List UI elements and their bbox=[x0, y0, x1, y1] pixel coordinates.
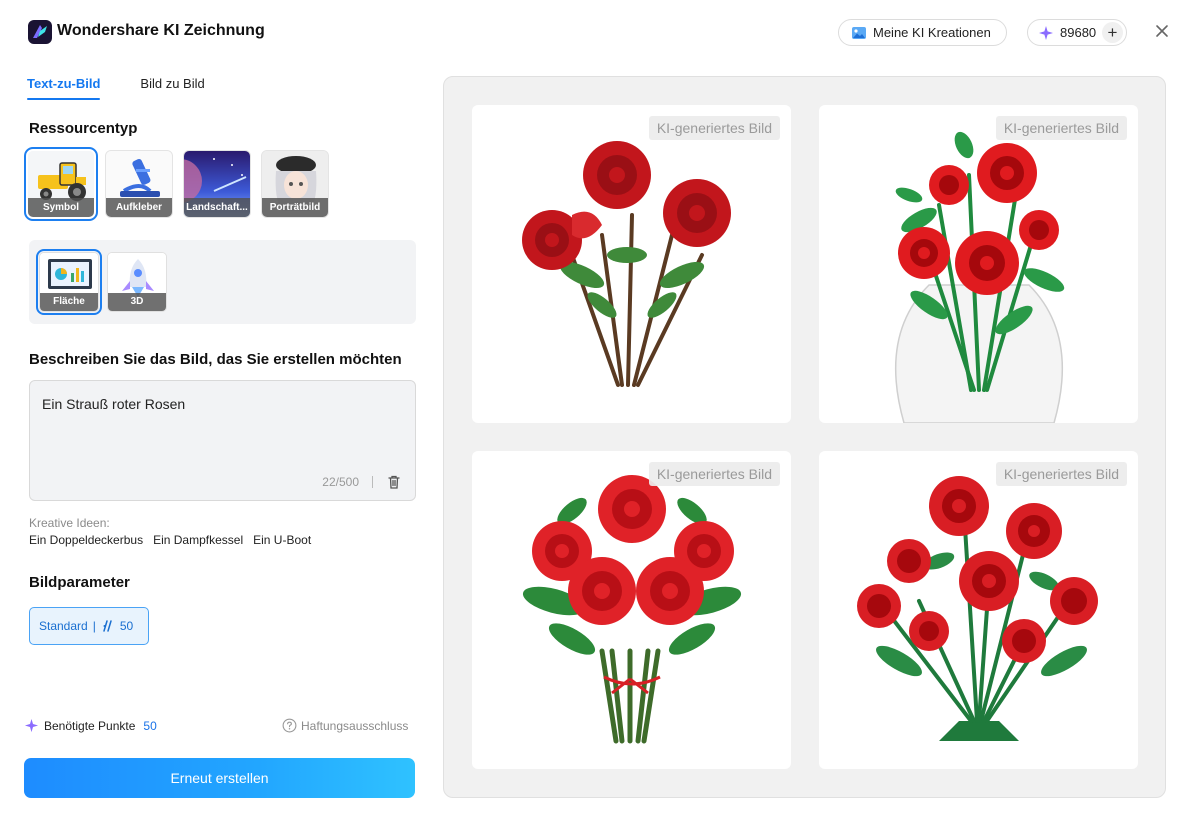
my-creations-label: Meine KI Kreationen bbox=[873, 25, 991, 40]
resource-type-label: Porträtbild bbox=[262, 198, 328, 217]
gallery-icon bbox=[852, 26, 866, 39]
creative-ideas-label: Kreative Ideen: bbox=[29, 516, 110, 530]
close-icon[interactable] bbox=[1153, 22, 1171, 40]
style-subtype-list: Fläche 3D bbox=[36, 249, 167, 315]
resource-type-label: Landschaft... bbox=[184, 198, 250, 217]
trash-icon[interactable] bbox=[386, 474, 402, 490]
gallery-image-2[interactable]: KI-generiertes Bild bbox=[819, 105, 1138, 423]
image-params-title: Bildparameter bbox=[29, 574, 130, 591]
param-separator: | bbox=[92, 619, 96, 633]
resource-type-title: Ressourcentyp bbox=[29, 120, 138, 137]
idea-item[interactable]: Ein Doppeldeckerbus bbox=[29, 533, 143, 547]
subtype-flat[interactable]: Fläche bbox=[36, 249, 102, 315]
mode-tabs: Text-zu-Bild Bild zu Bild bbox=[27, 76, 205, 100]
prompt-input[interactable]: Ein Strauß roter Rosen 22/500 bbox=[29, 380, 416, 501]
prompt-title: Beschreiben Sie das Bild, das Sie erstel… bbox=[29, 351, 402, 368]
creative-ideas-list: Ein Doppeldeckerbus Ein Dampfkessel Ein … bbox=[29, 533, 311, 547]
resource-type-label: Symbol bbox=[28, 198, 94, 217]
gallery-image-3[interactable]: KI-generiertes Bild bbox=[472, 451, 791, 769]
regenerate-button[interactable]: Erneut erstellen bbox=[24, 758, 415, 798]
idea-item[interactable]: Ein Dampfkessel bbox=[153, 533, 243, 547]
add-points-button[interactable]: + bbox=[1102, 22, 1123, 43]
subtype-label: 3D bbox=[108, 293, 166, 311]
help-icon bbox=[282, 718, 297, 733]
result-gallery: KI-generiertes Bild KI-generiertes Bild … bbox=[443, 76, 1166, 798]
tab-text-to-image[interactable]: Text-zu-Bild bbox=[27, 76, 101, 100]
app-title: Wondershare KI Zeichnung bbox=[57, 22, 265, 39]
quality-icon bbox=[103, 620, 112, 632]
divider bbox=[372, 476, 373, 488]
gallery-image-1[interactable]: KI-generiertes Bild bbox=[472, 105, 791, 423]
sparkle-icon bbox=[1039, 25, 1053, 40]
style-subtype-panel: Fläche 3D bbox=[29, 240, 416, 324]
subtype-3d[interactable]: 3D bbox=[107, 252, 167, 312]
ai-generated-badge: KI-generiertes Bild bbox=[648, 462, 780, 486]
param-standard-label: Standard bbox=[39, 619, 88, 633]
app-logo-icon bbox=[28, 20, 52, 44]
required-points: Benötigte Punkte 50 bbox=[24, 718, 157, 733]
disclaimer-label: Haftungsausschluss bbox=[301, 718, 409, 733]
ai-generated-badge: KI-generiertes Bild bbox=[995, 462, 1127, 486]
prompt-text[interactable]: Ein Strauß roter Rosen bbox=[42, 396, 185, 412]
required-points-value: 50 bbox=[143, 718, 157, 733]
resource-type-landscape[interactable]: Landschaft... bbox=[183, 150, 251, 218]
char-count: 22/500 bbox=[322, 475, 359, 489]
required-points-label: Benötigte Punkte bbox=[44, 718, 136, 733]
resource-type-list: Symbol Aufkleber Landschaft... Porträtbi… bbox=[24, 147, 329, 221]
sparkle-icon bbox=[24, 718, 39, 733]
resource-type-sticker[interactable]: Aufkleber bbox=[105, 150, 173, 218]
ai-generated-badge: KI-generiertes Bild bbox=[648, 116, 780, 140]
tab-image-to-image[interactable]: Bild zu Bild bbox=[140, 76, 204, 100]
points-value: 89680 bbox=[1060, 25, 1097, 40]
disclaimer-link[interactable]: Haftungsausschluss bbox=[282, 718, 408, 733]
gallery-image-4[interactable]: KI-generiertes Bild bbox=[819, 451, 1138, 769]
param-cost: 50 bbox=[119, 619, 134, 633]
rose-bouquet-image bbox=[522, 141, 731, 387]
resource-type-symbol[interactable]: Symbol bbox=[24, 147, 98, 221]
rose-bouquet-image bbox=[894, 131, 1065, 423]
resource-type-portrait[interactable]: Porträtbild bbox=[261, 150, 329, 218]
rose-bouquet-image bbox=[857, 476, 1098, 741]
ai-generated-badge: KI-generiertes Bild bbox=[995, 116, 1127, 140]
app-header: Wondershare KI Zeichnung Meine KI Kreati… bbox=[0, 0, 1194, 64]
image-params-button[interactable]: Standard | 50 bbox=[29, 607, 149, 645]
idea-item[interactable]: Ein U-Boot bbox=[253, 533, 311, 547]
rose-bouquet-image bbox=[522, 475, 742, 744]
my-creations-button[interactable]: Meine KI Kreationen bbox=[838, 19, 1007, 46]
points-balance: 89680 + bbox=[1027, 19, 1127, 46]
subtype-label: Fläche bbox=[40, 293, 98, 311]
resource-type-label: Aufkleber bbox=[106, 198, 172, 217]
